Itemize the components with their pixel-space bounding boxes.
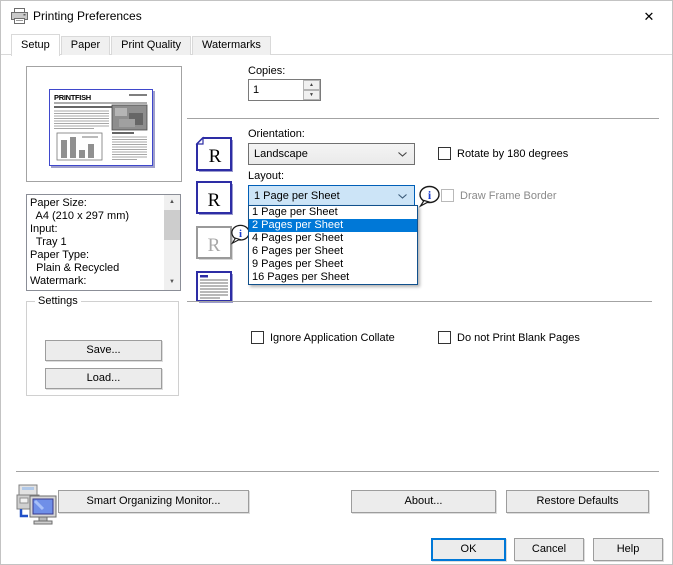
- printer-icon: [11, 8, 28, 24]
- info-line-paper-size-value: A4 (210 x 297 mm): [30, 210, 130, 222]
- tab-setup[interactable]: Setup: [11, 34, 60, 56]
- info-line-watermark-label: Watermark:: [30, 275, 87, 287]
- layout-option-6-pages[interactable]: 6 Pages per Sheet: [249, 245, 417, 258]
- chevron-down-icon: [398, 194, 407, 199]
- draw-frame-border-checkbox: [441, 189, 454, 202]
- no-blank-pages-label[interactable]: Do not Print Blank Pages: [457, 332, 580, 344]
- spin-down-icon[interactable]: ▼: [303, 90, 320, 100]
- cancel-button[interactable]: Cancel: [514, 538, 584, 561]
- svg-text:R: R: [208, 235, 221, 256]
- svg-text:i: i: [239, 228, 242, 240]
- layout-option-16-pages[interactable]: 16 Pages per Sheet: [249, 271, 417, 284]
- settings-group: Settings Save... Load...: [26, 295, 179, 396]
- layout-option-2-pages[interactable]: 2 Pages per Sheet: [249, 219, 417, 232]
- title-bar: Printing Preferences ✕: [1, 1, 672, 31]
- info-scrollbar[interactable]: ▲ ▼: [164, 195, 180, 290]
- save-button[interactable]: Save...: [45, 340, 162, 361]
- orientation-dropdown[interactable]: Landscape: [248, 143, 415, 165]
- help-button[interactable]: Help: [593, 538, 663, 561]
- separator: [16, 471, 659, 472]
- watermark-document-icon: [194, 269, 235, 308]
- copies-spinner[interactable]: ▲ ▼: [248, 79, 321, 101]
- about-button[interactable]: About...: [351, 490, 496, 513]
- separator: [187, 301, 652, 302]
- smart-organizing-monitor-button[interactable]: Smart Organizing Monitor...: [58, 490, 249, 513]
- tab-watermarks[interactable]: Watermarks: [192, 36, 271, 55]
- smart-organizing-monitor-icon: [13, 483, 59, 530]
- spin-up-icon[interactable]: ▲: [303, 80, 320, 90]
- window-title: Printing Preferences: [33, 9, 142, 23]
- print-preview-panel: PRINTFISH: [26, 66, 182, 182]
- svg-text:R: R: [209, 146, 222, 167]
- ignore-collate-label[interactable]: Ignore Application Collate: [270, 332, 395, 344]
- rotate-180-label[interactable]: Rotate by 180 degrees: [457, 148, 568, 160]
- settings-group-label: Settings: [35, 295, 81, 307]
- close-icon[interactable]: ✕: [636, 6, 662, 28]
- layout-option-4-pages[interactable]: 4 Pages per Sheet: [249, 232, 417, 245]
- scroll-down-icon[interactable]: ▼: [164, 275, 180, 290]
- info-line-paper-type-label: Paper Type:: [30, 249, 90, 261]
- ok-button[interactable]: OK: [431, 538, 506, 561]
- paper-summary-panel: Paper Size: A4 (210 x 297 mm) Input: Tra…: [26, 194, 181, 291]
- layout-label: Layout:: [248, 170, 285, 182]
- rotate-180-checkbox[interactable]: [438, 147, 451, 160]
- info-line-input-value: Tray 1: [30, 236, 67, 248]
- info-balloon-icon[interactable]: i: [418, 185, 441, 211]
- restore-defaults-button[interactable]: Restore Defaults: [506, 490, 649, 513]
- separator: [187, 118, 659, 119]
- draw-frame-border-label: Draw Frame Border: [460, 190, 557, 202]
- layout-option-9-pages[interactable]: 9 Pages per Sheet: [249, 258, 417, 271]
- orientation-value: Landscape: [254, 148, 308, 160]
- svg-text:R: R: [208, 190, 221, 211]
- orientation-label: Orientation:: [248, 128, 305, 140]
- copies-label: Copies:: [248, 65, 286, 77]
- tab-strip: Setup Paper Print Quality Watermarks: [11, 34, 272, 56]
- chevron-down-icon: [398, 152, 407, 157]
- printing-preferences-dialog: Printing Preferences ✕ Setup Paper Print…: [0, 0, 673, 565]
- scrollbar-thumb[interactable]: [164, 210, 180, 240]
- scroll-up-icon[interactable]: ▲: [164, 195, 180, 210]
- layout-dropdown[interactable]: 1 Page per Sheet: [248, 185, 415, 207]
- layout-page-icon: R: [194, 179, 235, 220]
- layout-value: 1 Page per Sheet: [254, 190, 340, 202]
- orientation-landscape-icon: R: [194, 135, 236, 178]
- info-line-input-label: Input:: [30, 223, 58, 235]
- load-button[interactable]: Load...: [45, 368, 162, 389]
- copies-input[interactable]: [249, 80, 303, 100]
- tab-print-quality[interactable]: Print Quality: [111, 36, 192, 55]
- tab-paper[interactable]: Paper: [60, 36, 111, 55]
- duplex-disabled-icon: R: [194, 224, 235, 265]
- ignore-collate-checkbox[interactable]: [251, 331, 264, 344]
- preview-page-thumbnail: PRINTFISH: [49, 89, 153, 166]
- layout-option-1-page[interactable]: 1 Page per Sheet: [249, 206, 417, 219]
- info-line-paper-size-label: Paper Size:: [30, 197, 87, 209]
- no-blank-pages-checkbox[interactable]: [438, 331, 451, 344]
- layout-options-list: 1 Page per Sheet 2 Pages per Sheet 4 Pag…: [248, 205, 418, 285]
- info-line-paper-type-value: Plain & Recycled: [30, 262, 120, 274]
- preview-masthead: PRINTFISH: [54, 93, 91, 102]
